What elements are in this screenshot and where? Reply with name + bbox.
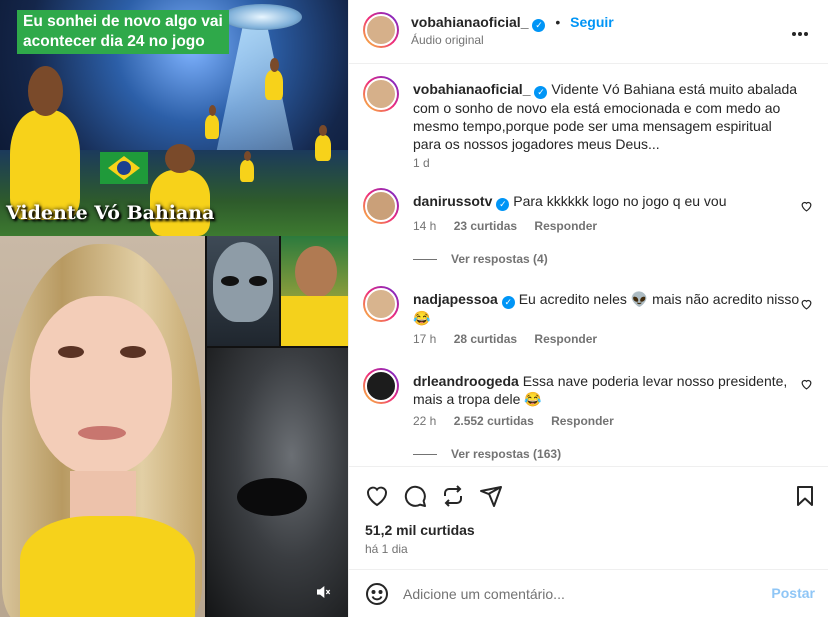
heart-icon[interactable] (365, 484, 389, 508)
comment-body: nadjapessoa ✓ Eu acredito neles 👽 mais nã… (413, 290, 803, 327)
comment-age: 22 h (413, 414, 437, 428)
mouth (78, 426, 126, 440)
player-face (295, 246, 337, 298)
commenter-avatar[interactable] (363, 188, 399, 224)
comment-likes[interactable]: 2.552 curtidas (454, 414, 534, 428)
verified-icon: ✓ (496, 198, 510, 211)
post-button[interactable]: Postar (771, 585, 815, 601)
post-header: vobahianaoficial_ ✓ • Seguir Áudio origin… (349, 0, 828, 64)
player-figure (315, 124, 331, 161)
post-sidebar: vobahianaoficial_ ✓ • Seguir Áudio origin… (348, 0, 828, 617)
verified-icon: ✓ (501, 296, 515, 309)
caption-body: vobahianaoficial_ ✓ Vidente Vó Bahiana es… (413, 80, 803, 153)
comment-body: danirussotv ✓ Para kkkkkk logo no jogo q … (413, 192, 803, 211)
caption-meta: 1 d (413, 156, 444, 170)
commenter-avatar[interactable] (363, 286, 399, 322)
comments-section: vobahianaoficial_ ✓ Vidente Vó Bahiana es… (349, 64, 828, 464)
comment-username[interactable]: drleandroogeda (413, 373, 519, 389)
share-icon[interactable] (441, 484, 465, 508)
bookmark-icon[interactable] (793, 484, 817, 508)
send-icon[interactable] (479, 484, 503, 508)
player-figure (240, 151, 254, 182)
post-date[interactable]: há 1 dia (365, 542, 408, 556)
eye (120, 346, 146, 358)
brazil-flag (100, 152, 148, 184)
view-replies-label: Ver respostas (4) (451, 252, 548, 266)
comment-input[interactable] (403, 582, 753, 606)
replies-line (413, 259, 437, 261)
caption-age: 1 d (413, 156, 430, 170)
follow-button[interactable]: Seguir (570, 14, 614, 30)
view-replies-label: Ver respostas (163) (451, 447, 562, 461)
reply-button[interactable]: Responder (551, 414, 614, 428)
caption-username[interactable]: vobahianaoficial_ (413, 81, 530, 97)
comment-body: drleandroogeda Essa nave poderia levar n… (413, 372, 803, 408)
like-comment-heart-icon[interactable] (800, 378, 813, 393)
comment-icon[interactable] (403, 484, 427, 508)
media-headline: Eu sonhei de novo algo vai acontecer dia… (17, 10, 229, 54)
player-shirt (281, 296, 348, 346)
replies-line (413, 454, 437, 456)
verified-icon: ✓ (532, 19, 546, 32)
grey-alien-eye (237, 478, 307, 516)
comment-meta: 17 h 28 curtidas Responder (413, 332, 611, 346)
player-image (281, 236, 348, 346)
alien-eye (221, 276, 239, 286)
header-separator: • (555, 14, 561, 30)
comment-age: 14 h (413, 219, 437, 233)
player-figure (205, 105, 219, 139)
woman-video (0, 236, 205, 617)
alien-eye (249, 276, 267, 286)
alien-image (207, 236, 279, 346)
face (30, 296, 172, 476)
comment-username[interactable]: danirussotv (413, 193, 492, 209)
more-horizontal-icon[interactable] (791, 20, 809, 43)
header-title-row: vobahianaoficial_ ✓ • Seguir (411, 14, 614, 32)
likes-count[interactable]: 51,2 mil curtidas (365, 522, 475, 538)
comment-age: 17 h (413, 332, 437, 346)
author-avatar[interactable] (363, 12, 399, 48)
stadium-ufo-image: Eu sonhei de novo algo vai acontecer dia… (0, 0, 348, 236)
ufo (222, 4, 302, 30)
audio-label[interactable]: Áudio original (411, 33, 484, 47)
player-figure (265, 58, 283, 100)
grey-alien-image (207, 348, 348, 617)
comment-meta: 14 h 23 curtidas Responder (413, 219, 611, 233)
comment-likes[interactable]: 23 curtidas (454, 219, 517, 233)
author-avatar[interactable] (363, 76, 399, 112)
comment-username[interactable]: nadjapessoa (413, 291, 498, 307)
comment-composer: Postar (349, 569, 828, 617)
comment-text: Para kkkkkk logo no jogo q eu vou (513, 193, 727, 209)
post-media[interactable]: Eu sonhei de novo algo vai acontecer dia… (0, 0, 348, 617)
yellow-shirt (20, 516, 195, 617)
commenter-avatar[interactable] (363, 368, 399, 404)
reply-button[interactable]: Responder (534, 332, 597, 346)
eye (58, 346, 84, 358)
post-actions: 51,2 mil curtidas há 1 dia (349, 466, 828, 566)
emoji-icon[interactable] (365, 582, 389, 606)
like-comment-heart-icon[interactable] (800, 298, 813, 313)
like-comment-heart-icon[interactable] (800, 200, 813, 215)
comment-meta: 22 h 2.552 curtidas Responder (413, 414, 628, 428)
reply-button[interactable]: Responder (534, 219, 597, 233)
verified-icon: ✓ (534, 86, 548, 99)
comment-likes[interactable]: 28 curtidas (454, 332, 517, 346)
view-replies-button[interactable]: Ver respostas (4) (413, 252, 548, 266)
media-caption-overlay: Vidente Vó Bahiana (6, 202, 215, 224)
view-replies-button[interactable]: Ver respostas (163) (413, 447, 561, 461)
mute-icon[interactable] (314, 584, 332, 602)
author-username[interactable]: vobahianaoficial_ (411, 14, 528, 30)
